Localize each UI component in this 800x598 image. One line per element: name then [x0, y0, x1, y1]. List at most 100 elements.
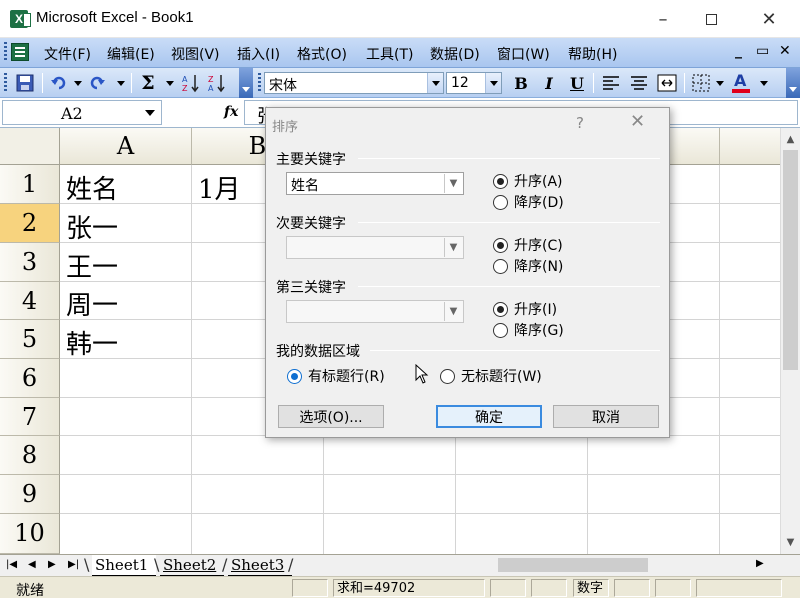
ok-button[interactable]: 确定: [436, 405, 542, 428]
radio-checked-icon[interactable]: [493, 301, 508, 317]
has-header-option[interactable]: 有标题行(R): [287, 366, 385, 386]
radio-unchecked-icon[interactable]: [493, 194, 508, 210]
chevron-down-icon[interactable]: [145, 110, 155, 116]
row-header[interactable]: 7: [0, 398, 60, 436]
row-header[interactable]: 3: [0, 243, 60, 282]
cell-a2[interactable]: 张一: [60, 205, 191, 243]
radio-checked-icon[interactable]: [493, 237, 508, 253]
function-icon[interactable]: fx: [224, 104, 238, 120]
toolbar-grip-handle[interactable]: [4, 73, 7, 93]
autosum-button[interactable]: Σ: [137, 72, 159, 94]
toolbar-overflow-button[interactable]: [786, 68, 800, 98]
menu-tools[interactable]: 工具(T): [366, 44, 413, 64]
primary-key-select[interactable]: 姓名 ▼: [286, 172, 464, 195]
toolbar-grip-handle[interactable]: [258, 73, 261, 93]
row-header[interactable]: 8: [0, 436, 60, 475]
last-sheet-icon[interactable]: ▶|: [68, 559, 79, 570]
tertiary-asc-option[interactable]: 升序(I): [493, 299, 557, 319]
name-box[interactable]: A2: [2, 100, 162, 125]
autosum-dropdown-icon[interactable]: [166, 81, 174, 86]
help-icon[interactable]: ?: [576, 114, 584, 132]
sort-descending-button[interactable]: ZA: [206, 72, 228, 94]
font-color-dropdown-icon[interactable]: [760, 81, 768, 86]
minimize-button[interactable]: –: [640, 0, 686, 38]
radio-unchecked-icon[interactable]: [493, 322, 508, 338]
save-button[interactable]: [14, 72, 36, 94]
row-header[interactable]: 4: [0, 282, 60, 320]
no-header-option[interactable]: 无标题行(W): [440, 366, 542, 386]
options-button[interactable]: 选项(O)...: [278, 405, 384, 428]
horizontal-scroll-thumb[interactable]: [498, 558, 648, 572]
menu-format[interactable]: 格式(O): [297, 44, 347, 64]
undo-dropdown-icon[interactable]: [74, 81, 82, 86]
borders-button[interactable]: [690, 72, 712, 94]
tertiary-key-select[interactable]: ▼: [286, 300, 464, 323]
secondary-key-select[interactable]: ▼: [286, 236, 464, 259]
secondary-asc-option[interactable]: 升序(C): [493, 235, 563, 255]
chevron-down-icon[interactable]: ▼: [444, 174, 462, 193]
menu-grip-handle[interactable]: [4, 42, 7, 62]
row-header[interactable]: 6: [0, 359, 60, 398]
sort-ascending-button[interactable]: AZ: [180, 72, 202, 94]
vertical-scrollbar[interactable]: ▲ ▼: [780, 128, 800, 554]
cell-a5[interactable]: 韩一: [60, 321, 191, 359]
maximize-button[interactable]: [688, 0, 734, 38]
menu-insert[interactable]: 插入(I): [237, 44, 280, 64]
horizontal-scrollbar[interactable]: ▶: [490, 555, 780, 575]
next-sheet-icon[interactable]: ▶: [48, 559, 56, 570]
row-header[interactable]: 5: [0, 320, 60, 359]
font-color-button[interactable]: A: [730, 72, 752, 94]
radio-checked-icon[interactable]: [493, 173, 508, 189]
align-center-button[interactable]: [628, 72, 650, 94]
align-left-button[interactable]: [600, 72, 622, 94]
merge-center-button[interactable]: [656, 72, 678, 94]
cell-a3[interactable]: 王一: [60, 244, 191, 282]
chevron-down-icon[interactable]: [427, 73, 443, 93]
menu-help[interactable]: 帮助(H): [568, 44, 617, 64]
chevron-down-icon[interactable]: ▼: [444, 302, 462, 321]
font-name-select[interactable]: 宋体: [264, 72, 444, 94]
bold-button[interactable]: B: [510, 72, 532, 94]
menu-edit[interactable]: 编辑(E): [107, 44, 155, 64]
primary-desc-option[interactable]: 降序(D): [493, 192, 564, 212]
column-header-a[interactable]: A: [60, 128, 192, 165]
chevron-down-icon[interactable]: [485, 73, 501, 93]
sheet-tab-sheet2[interactable]: Sheet2: [160, 555, 224, 576]
sheet-tab-sheet1[interactable]: Sheet1: [92, 555, 156, 576]
menu-file[interactable]: 文件(F): [44, 44, 91, 64]
scroll-down-icon[interactable]: ▼: [781, 533, 800, 551]
dialog-close-icon[interactable]: ✕: [630, 111, 645, 132]
row-header[interactable]: 9: [0, 475, 60, 514]
menu-window[interactable]: 窗口(W): [497, 44, 550, 64]
italic-button[interactable]: I: [538, 72, 560, 94]
select-all-corner[interactable]: [0, 128, 60, 165]
close-button[interactable]: ✕: [746, 0, 792, 38]
sheet-tab-sheet3[interactable]: Sheet3: [228, 555, 292, 576]
borders-dropdown-icon[interactable]: [716, 81, 724, 86]
scroll-up-icon[interactable]: ▲: [781, 130, 800, 148]
font-size-select[interactable]: 12: [446, 72, 502, 94]
menu-view[interactable]: 视图(V): [171, 44, 220, 64]
tertiary-desc-option[interactable]: 降序(G): [493, 320, 564, 340]
radio-checked-icon[interactable]: [287, 368, 302, 384]
vertical-scroll-thumb[interactable]: [783, 150, 798, 370]
menu-data[interactable]: 数据(D): [430, 44, 480, 64]
undo-button[interactable]: [48, 72, 70, 94]
workbook-minimize-icon[interactable]: _: [735, 43, 742, 59]
row-header-active[interactable]: 2: [0, 204, 60, 243]
cell-a1[interactable]: 姓名: [60, 166, 191, 204]
row-header[interactable]: 10: [0, 514, 60, 554]
prev-sheet-icon[interactable]: ◀: [28, 559, 36, 570]
secondary-desc-option[interactable]: 降序(N): [493, 256, 563, 276]
redo-button[interactable]: [86, 72, 108, 94]
cell-a4[interactable]: 周一: [60, 282, 191, 320]
primary-asc-option[interactable]: 升序(A): [493, 171, 563, 191]
scroll-right-icon[interactable]: ▶: [756, 558, 764, 569]
toolbar-overflow-button[interactable]: [239, 68, 253, 98]
workbook-icon[interactable]: [11, 43, 29, 61]
first-sheet-icon[interactable]: |◀: [6, 559, 17, 570]
cancel-button[interactable]: 取消: [553, 405, 659, 428]
workbook-restore-icon[interactable]: ▭: [756, 43, 769, 59]
radio-unchecked-icon[interactable]: [493, 258, 508, 274]
row-header[interactable]: 1: [0, 165, 60, 204]
